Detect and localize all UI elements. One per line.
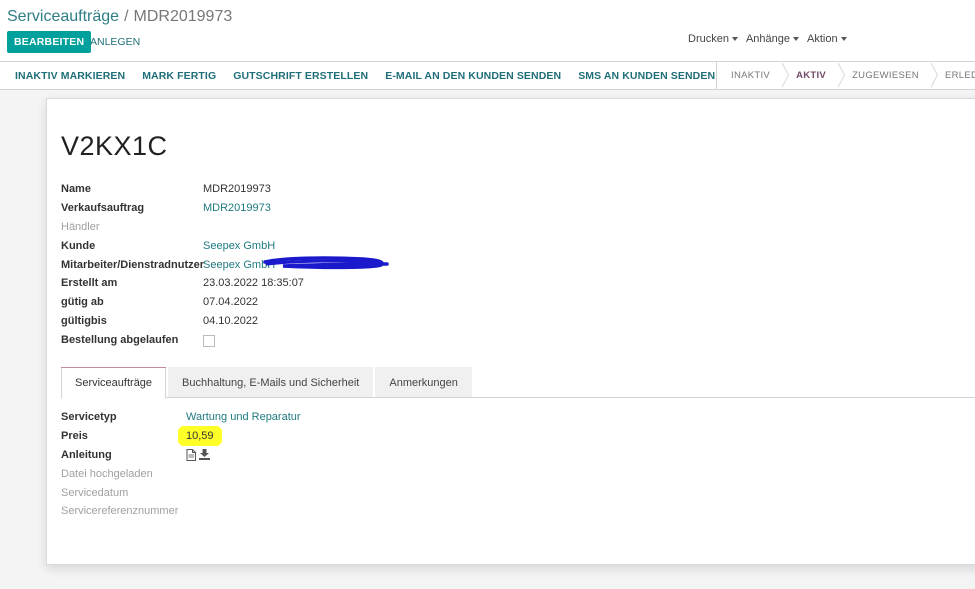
download-icon[interactable] — [199, 449, 210, 461]
employee-link[interactable]: Seepex GmbH — [203, 255, 389, 271]
action-menus: Drucken Anhänge Aktion — [688, 33, 847, 45]
send-sms-button[interactable]: SMS AN KUNDEN SENDEN — [570, 70, 724, 82]
price-label: Preis — [61, 430, 88, 443]
uploaded-label: Datei hochgeladen — [61, 467, 153, 480]
stage-pipeline: INAKTIV AKTIV ZUGEWIESEN ERLEDIGT — [716, 61, 975, 89]
field-row-service-date: Servicedatum — [61, 483, 301, 502]
mark-inactive-button[interactable]: INAKTIV MARKIEREN — [7, 70, 134, 82]
stage-inaktiv[interactable]: INAKTIV — [717, 61, 790, 89]
field-row-price: Preis 10,59 — [61, 426, 301, 447]
stage-inaktiv-label: INAKTIV — [731, 70, 771, 81]
tab-service-orders[interactable]: Serviceaufträge — [61, 367, 167, 399]
stage-arrow — [837, 61, 846, 88]
field-row-manual: Anleitung — [61, 446, 301, 465]
field-row-expired: Bestellung abgelaufen — [61, 330, 304, 349]
form-sheet: V2KX1C Name MDR2019973 Verkaufsauftrag M… — [46, 98, 975, 565]
stage-erledigt-label: ERLEDIGT — [944, 70, 975, 81]
sale-order-label: Verkaufsauftrag — [61, 202, 145, 215]
field-row-service-ref: Servicereferenznummer — [61, 502, 301, 521]
control-panel: Serviceaufträge / MDR2019973 BEARBEITEN AN… — [0, 0, 975, 62]
field-row-name: Name MDR2019973 — [61, 180, 304, 199]
field-row-employee: Mitarbeiter/Dienstradnutzer Seepex GmbH — [61, 255, 389, 274]
action-dropdown-label: Aktion — [807, 33, 838, 45]
status-bar: INAKTIV MARKIEREN MARK FERTIG GUTSCHRIFT… — [0, 61, 975, 90]
attachments-dropdown[interactable]: Anhänge — [745, 33, 800, 45]
record-title: V2KX1C — [61, 131, 168, 161]
field-row-valid-from: gütig ab 07.04.2022 — [61, 293, 304, 312]
dealer-label: Händler — [61, 220, 100, 233]
notebook-tabs: Serviceaufträge Buchhaltung, E-Mails und… — [61, 367, 975, 399]
created-label: Erstellt am — [61, 277, 118, 290]
sale-order-link[interactable]: MDR2019973 — [203, 202, 271, 214]
field-row-uploaded: Datei hochgeladen — [61, 464, 301, 483]
field-row-service-type: Servicetyp Wartung und Reparatur — [61, 408, 301, 427]
valid-from-value: 07.04.2022 — [203, 296, 259, 309]
created-value: 23.03.2022 18:35:07 — [203, 277, 304, 290]
employee-label: Mitarbeiter/Dienstradnutzer — [61, 258, 205, 271]
service-type-label: Servicetyp — [61, 411, 117, 424]
attachments-dropdown-label: Anhänge — [745, 33, 791, 45]
breadcrumb-separator: / — [124, 8, 129, 25]
service-date-label: Servicedatum — [61, 486, 129, 499]
valid-from-label: gütig ab — [61, 296, 104, 309]
manual-actions — [186, 448, 210, 461]
caret-down-icon — [793, 37, 800, 41]
field-row-dealer: Händler — [61, 218, 304, 237]
service-type-link[interactable]: Wartung und Reparatur — [186, 411, 301, 423]
customer-label: Kunde — [61, 239, 96, 252]
field-row-created: Erstellt am 23.03.2022 18:35:07 — [61, 274, 304, 293]
file-icon[interactable] — [186, 448, 196, 461]
stage-arrow — [929, 61, 938, 88]
tab-accounting[interactable]: Buchhaltung, E-Mails und Sicherheit — [168, 367, 374, 397]
service-ref-label: Servicereferenznummer — [61, 505, 179, 518]
field-row-sale-order: Verkaufsauftrag MDR2019973 — [61, 199, 304, 218]
stage-aktiv-label: AKTIV — [796, 70, 827, 81]
customer-link[interactable]: Seepex GmbH — [203, 240, 275, 252]
expired-checkbox[interactable] — [203, 334, 215, 347]
breadcrumb-parent-link[interactable]: Serviceaufträge — [7, 8, 119, 25]
expired-label: Bestellung abgelaufen — [61, 333, 179, 346]
mark-done-button[interactable]: MARK FERTIG — [134, 70, 225, 82]
stage-zugewiesen-label: ZUGEWIESEN — [852, 70, 919, 81]
service-fields: Servicetyp Wartung und Reparatur Preis 1… — [61, 408, 301, 521]
breadcrumb: Serviceaufträge / MDR2019973 — [7, 7, 232, 27]
stage-arrow — [781, 61, 790, 88]
tab-notes[interactable]: Anmerkungen — [375, 367, 472, 397]
caret-down-icon — [731, 37, 738, 41]
field-row-customer: Kunde Seepex GmbH — [61, 236, 304, 255]
main-fields: Name MDR2019973 Verkaufsauftrag MDR20199… — [61, 180, 389, 349]
valid-to-label: gültigbis — [61, 314, 107, 327]
status-bar-buttons: INAKTIV MARKIEREN MARK FERTIG GUTSCHRIFT… — [7, 62, 724, 89]
stage-zugewiesen[interactable]: ZUGEWIESEN — [838, 61, 938, 89]
caret-down-icon — [840, 37, 847, 41]
price-value: 10,59 — [178, 426, 222, 447]
manual-label: Anleitung — [61, 448, 112, 461]
stage-aktiv[interactable]: AKTIV — [782, 61, 846, 89]
name-label: Name — [61, 183, 91, 196]
edit-button[interactable]: BEARBEITEN — [7, 31, 92, 53]
breadcrumb-current: MDR2019973 — [133, 8, 233, 25]
create-credit-note-button[interactable]: GUTSCHRIFT ERSTELLEN — [225, 70, 377, 82]
valid-to-value: 04.10.2022 — [203, 314, 259, 327]
field-row-valid-to: gültigbis 04.10.2022 — [61, 312, 304, 331]
action-dropdown[interactable]: Aktion — [807, 33, 847, 45]
create-button[interactable]: ANLEGEN — [84, 31, 146, 53]
send-email-button[interactable]: E-MAIL AN DEN KUNDEN SENDEN — [377, 70, 570, 82]
print-dropdown-label: Drucken — [688, 33, 729, 45]
redaction-scribble — [263, 255, 389, 269]
print-dropdown[interactable]: Drucken — [688, 33, 738, 45]
name-value: MDR2019973 — [203, 183, 271, 196]
